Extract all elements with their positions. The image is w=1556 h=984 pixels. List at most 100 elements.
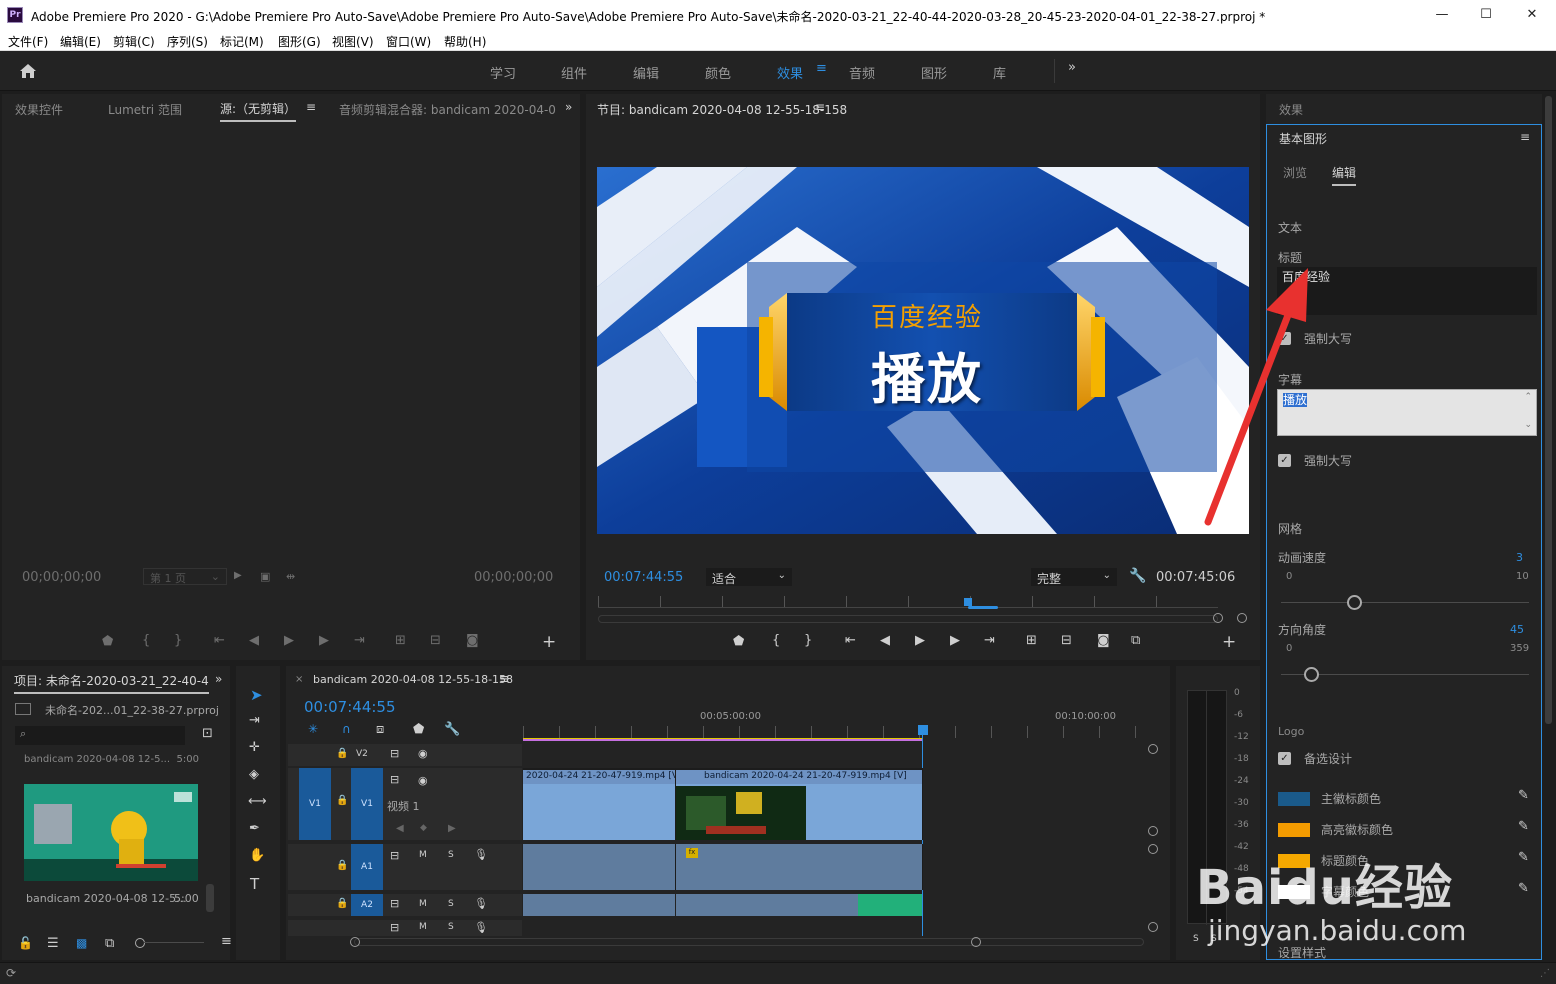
add-marker-icon[interactable]: ⬟ — [413, 722, 424, 737]
program-mark-out-icon[interactable]: } — [804, 633, 812, 648]
type-tool-icon[interactable]: T — [250, 875, 259, 893]
nest-icon[interactable]: ✳ — [308, 722, 318, 736]
direction-value[interactable]: 45 — [1510, 623, 1524, 636]
program-mark-in-icon[interactable]: { — [772, 633, 780, 648]
color-swatch-title[interactable] — [1278, 854, 1310, 868]
keyframe-add-icon[interactable]: ◆ — [420, 823, 427, 833]
sync-lock-icon[interactable]: ⊟ — [390, 849, 399, 862]
tab-effects[interactable]: 效果 — [1279, 101, 1303, 118]
microphone-icon[interactable]: 🎙 — [474, 921, 488, 934]
source-overwrite-icon[interactable]: ⊟ — [430, 633, 441, 648]
microphone-icon[interactable]: 🎙 — [474, 897, 488, 910]
settings-icon[interactable]: ⇹ — [286, 570, 295, 583]
lock-icon[interactable]: 🔒 — [336, 748, 348, 759]
zoom-slider[interactable] — [144, 942, 204, 943]
sync-status-icon[interactable]: ⟳ — [6, 966, 16, 980]
tab-source[interactable]: 源:（无剪辑） — [220, 100, 297, 122]
subtitle-scroll-down-icon[interactable]: ⌄ — [1524, 420, 1532, 430]
program-menu-icon[interactable]: ≡ — [815, 100, 825, 114]
timeline-scrollbar[interactable] — [354, 938, 1144, 946]
source-step-back-icon[interactable]: ◀ — [249, 633, 259, 648]
play-in-to-out-icon[interactable]: ▶ — [234, 570, 242, 581]
sync-lock-icon[interactable]: ⊟ — [390, 897, 399, 910]
vertical-scroll-top-icon[interactable] — [1148, 744, 1158, 754]
program-add-button[interactable]: + — [1222, 632, 1236, 652]
color-swatch-primary[interactable] — [1278, 792, 1310, 806]
workspace-audio[interactable]: 音频 — [849, 63, 875, 82]
workspace-graphics[interactable]: 图形 — [921, 63, 947, 82]
anim-speed-slider[interactable] — [1281, 602, 1529, 603]
quality-select[interactable]: 完整 ⌄ — [1031, 568, 1117, 586]
source-step-forward-icon[interactable]: ▶ — [319, 633, 329, 648]
timeline-settings-icon[interactable]: 🔧 — [444, 722, 460, 737]
source-menu-icon[interactable]: ≡ — [306, 100, 316, 114]
track-label-a1[interactable]: A1 — [351, 844, 383, 890]
lock-icon[interactable]: 🔒 — [336, 795, 348, 806]
more-tabs-icon[interactable]: » — [565, 100, 572, 114]
program-compare-icon[interactable]: ⧉ — [1131, 633, 1140, 648]
menu-window[interactable]: 窗口(W) — [386, 31, 431, 50]
fit-select[interactable]: 适合 ⌄ — [706, 568, 792, 586]
program-scrollbar[interactable] — [598, 615, 1218, 623]
program-step-forward-icon[interactable]: ▶ — [950, 633, 960, 648]
program-marker-icon[interactable]: ⬟ — [733, 634, 744, 649]
program-playhead[interactable] — [964, 598, 972, 606]
timeline-ruler[interactable] — [523, 726, 1159, 738]
zoom-knob[interactable] — [135, 938, 145, 948]
timeline-menu-icon[interactable]: ≡ — [499, 672, 510, 687]
workspace-assembly[interactable]: 组件 — [561, 63, 587, 82]
program-preview[interactable]: 百度经验 播放 — [597, 167, 1249, 534]
source-go-in-icon[interactable]: ⇤ — [214, 633, 225, 648]
eye-icon[interactable]: ◉ — [418, 747, 428, 760]
program-scroll-handle-left[interactable] — [1213, 613, 1223, 623]
list-view-icon[interactable]: ☰ — [47, 936, 59, 951]
timeline-tab[interactable]: bandicam 2020-04-08 12-55-18-158 — [313, 673, 513, 686]
timeline-scroll-left-handle[interactable] — [350, 937, 360, 947]
program-step-back-icon[interactable]: ◀ — [880, 633, 890, 648]
page-select[interactable]: 第 1 页 ⌄ — [143, 568, 227, 585]
eyedropper-icon[interactable]: ✎ — [1518, 819, 1529, 834]
menu-sequence[interactable]: 序列(S) — [167, 31, 208, 50]
vertical-scroll-mid-icon[interactable] — [1148, 826, 1158, 836]
sync-lock-icon[interactable]: ⊟ — [390, 747, 399, 760]
program-scroll-handle-right[interactable] — [1237, 613, 1247, 623]
more-workspaces-icon[interactable]: » — [1068, 60, 1076, 75]
solo-button[interactable]: S — [448, 922, 454, 932]
source-patch-v1[interactable]: V1 — [299, 768, 331, 840]
lock-icon[interactable]: 🔓 — [18, 936, 33, 950]
program-camera-icon[interactable]: ◙ — [1097, 633, 1110, 648]
effects-scrollbar[interactable] — [1545, 96, 1552, 724]
anim-speed-value[interactable]: 3 — [1516, 551, 1523, 564]
snap-icon[interactable]: ∩ — [342, 722, 351, 736]
mute-button[interactable]: M — [419, 922, 427, 932]
keyframe-next-icon[interactable]: ▶ — [448, 823, 456, 834]
program-go-out-icon[interactable]: ⇥ — [984, 633, 995, 648]
lock-icon[interactable]: 🔒 — [336, 860, 348, 871]
alt-design-checkbox[interactable]: ✓ — [1278, 752, 1291, 765]
workspace-effects[interactable]: 效果 — [777, 63, 803, 82]
program-extract-icon[interactable]: ⊟ — [1061, 633, 1072, 648]
source-camera-icon[interactable]: ◙ — [466, 633, 479, 648]
solo-button[interactable]: S — [448, 899, 454, 909]
source-marker-icon[interactable]: ⬟ — [102, 634, 113, 649]
export-frame-icon[interactable]: ▣ — [260, 570, 270, 583]
project-scrollbar[interactable] — [206, 884, 214, 912]
audio-clip-2[interactable]: fx — [676, 844, 922, 890]
essential-graphics-menu-icon[interactable]: ≡ — [1520, 130, 1530, 144]
mute-button[interactable]: M — [419, 899, 427, 909]
eyedropper-icon[interactable]: ✎ — [1518, 788, 1529, 803]
meter-solo-left[interactable]: S — [1193, 934, 1199, 944]
selection-tool-icon[interactable]: ➤ — [250, 686, 263, 704]
clip-thumbnail[interactable] — [24, 784, 198, 881]
source-mark-out-icon[interactable]: } — [174, 633, 182, 648]
microphone-icon[interactable]: 🎙 — [474, 848, 488, 861]
program-ruler[interactable] — [598, 596, 1218, 608]
source-go-out-icon[interactable]: ⇥ — [354, 633, 365, 648]
icon-view-icon[interactable]: ▩ — [76, 936, 87, 950]
tab-effect-controls[interactable]: 效果控件 — [15, 101, 63, 118]
timeline-timecode[interactable]: 00:07:44:55 — [304, 698, 396, 716]
pen-tool-icon[interactable]: ✒ — [249, 821, 260, 836]
source-add-button[interactable]: + — [542, 632, 556, 652]
lock-icon[interactable]: 🔒 — [336, 898, 348, 909]
direction-knob[interactable] — [1304, 667, 1319, 682]
